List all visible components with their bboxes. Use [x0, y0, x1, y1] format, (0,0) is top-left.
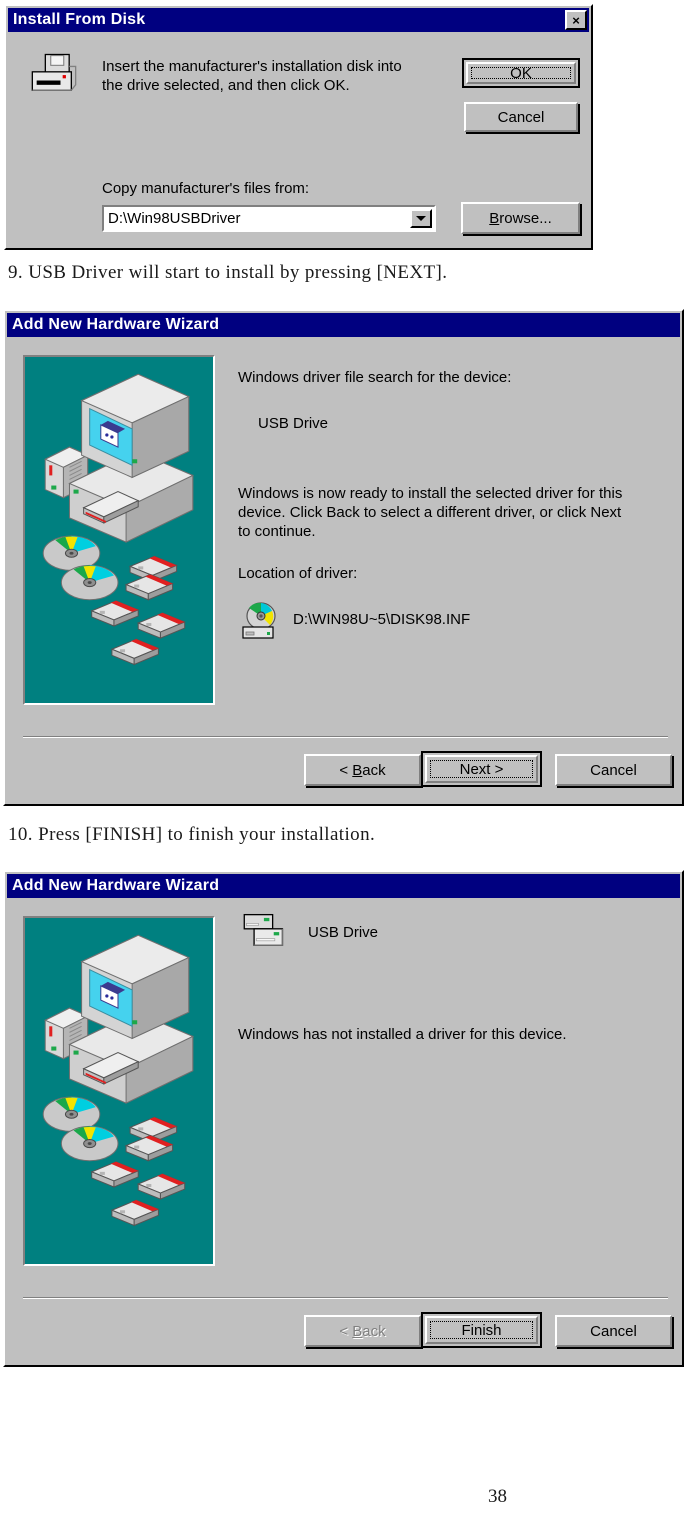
- copy-files-from-label: Copy manufacturer's files from:: [102, 180, 310, 197]
- wizard-search-body: Windows is now ready to install the sele…: [238, 485, 623, 540]
- floppy-disk-drive-icon: [28, 52, 80, 96]
- step-9-text: 9. USB Driver will start to install by p…: [8, 262, 448, 283]
- wizard-finish-title: Add New Hardware Wizard: [12, 877, 220, 894]
- wizard-finish-titlebar: Add New Hardware Wizard: [7, 874, 680, 898]
- wizard-finish-message: Windows has not installed a driver for t…: [238, 1026, 567, 1043]
- next-button-label: Next >: [430, 760, 533, 778]
- close-icon[interactable]: ×: [565, 10, 587, 30]
- wizard-location-value: D:\WIN98U~5\DISK98.INF: [293, 611, 471, 628]
- source-path-combo[interactable]: D:\Win98USBDriver: [102, 205, 436, 232]
- install-from-disk-title: Install From Disk: [13, 11, 146, 28]
- wizard-search-footer-separator: [23, 736, 668, 738]
- browse-button-label: rowse...: [499, 209, 552, 227]
- finish-button[interactable]: Finish: [421, 1312, 542, 1348]
- wizard-finish-device-name: USB Drive: [308, 924, 379, 941]
- back-button-prefix: <: [339, 761, 353, 779]
- cancel-button[interactable]: Cancel: [464, 102, 578, 132]
- add-new-hardware-wizard-search-dialog: Add New Hardware Wizard Windows driver f…: [3, 309, 684, 806]
- step-10-text: 10. Press [FINISH] to finish your instal…: [8, 824, 376, 845]
- add-new-hardware-wizard-finish-dialog: Add New Hardware Wizard USB Drive Window…: [3, 870, 684, 1367]
- browse-button-accesskey: B: [489, 209, 500, 227]
- cancel-button-label: Cancel: [497, 108, 545, 126]
- back-button[interactable]: < Back: [304, 754, 421, 786]
- wizard-search-cancel-button[interactable]: Cancel: [555, 754, 672, 786]
- wizard-search-cancel-label: Cancel: [590, 761, 637, 779]
- source-path-value[interactable]: D:\Win98USBDriver: [104, 210, 410, 227]
- finish-button-label: Finish: [430, 1321, 533, 1339]
- wizard-finish-cancel-label: Cancel: [590, 1322, 637, 1340]
- install-from-disk-message: Insert the manufacturer's installation d…: [102, 58, 402, 94]
- page-number: 38: [488, 1486, 507, 1507]
- install-from-disk-titlebar: Install From Disk ×: [8, 8, 589, 32]
- wizard-finish-cancel-button[interactable]: Cancel: [555, 1315, 672, 1347]
- next-button[interactable]: Next >: [421, 751, 542, 787]
- wizard-finish-footer-separator: [23, 1297, 668, 1299]
- browse-button[interactable]: Browse...: [461, 202, 580, 234]
- wizard-finish-illustration: [23, 916, 215, 1266]
- chevron-down-icon[interactable]: [410, 209, 432, 228]
- usb-drive-icon: [241, 911, 289, 951]
- wizard-illustration: [23, 355, 215, 705]
- wizard-search-titlebar: Add New Hardware Wizard: [7, 313, 680, 337]
- back-button-accesskey: B: [352, 761, 363, 779]
- install-from-disk-dialog: Install From Disk × Insert the manufactu…: [4, 4, 593, 250]
- wizard-finish-back-accesskey: B: [352, 1322, 363, 1340]
- wizard-search-heading: Windows driver file search for the devic…: [238, 369, 512, 386]
- wizard-finish-back-label: ack: [362, 1322, 386, 1340]
- wizard-location-label: Location of driver:: [238, 565, 358, 582]
- ok-button[interactable]: OK: [462, 58, 580, 88]
- wizard-finish-back-button[interactable]: < Back: [304, 1315, 421, 1347]
- wizard-finish-back-prefix: <: [339, 1322, 353, 1340]
- wizard-search-title: Add New Hardware Wizard: [12, 316, 220, 333]
- cd-drive-icon: [241, 601, 285, 641]
- back-button-label: ack: [362, 761, 386, 779]
- ok-button-label: OK: [471, 65, 571, 82]
- wizard-search-device-name: USB Drive: [258, 415, 329, 432]
